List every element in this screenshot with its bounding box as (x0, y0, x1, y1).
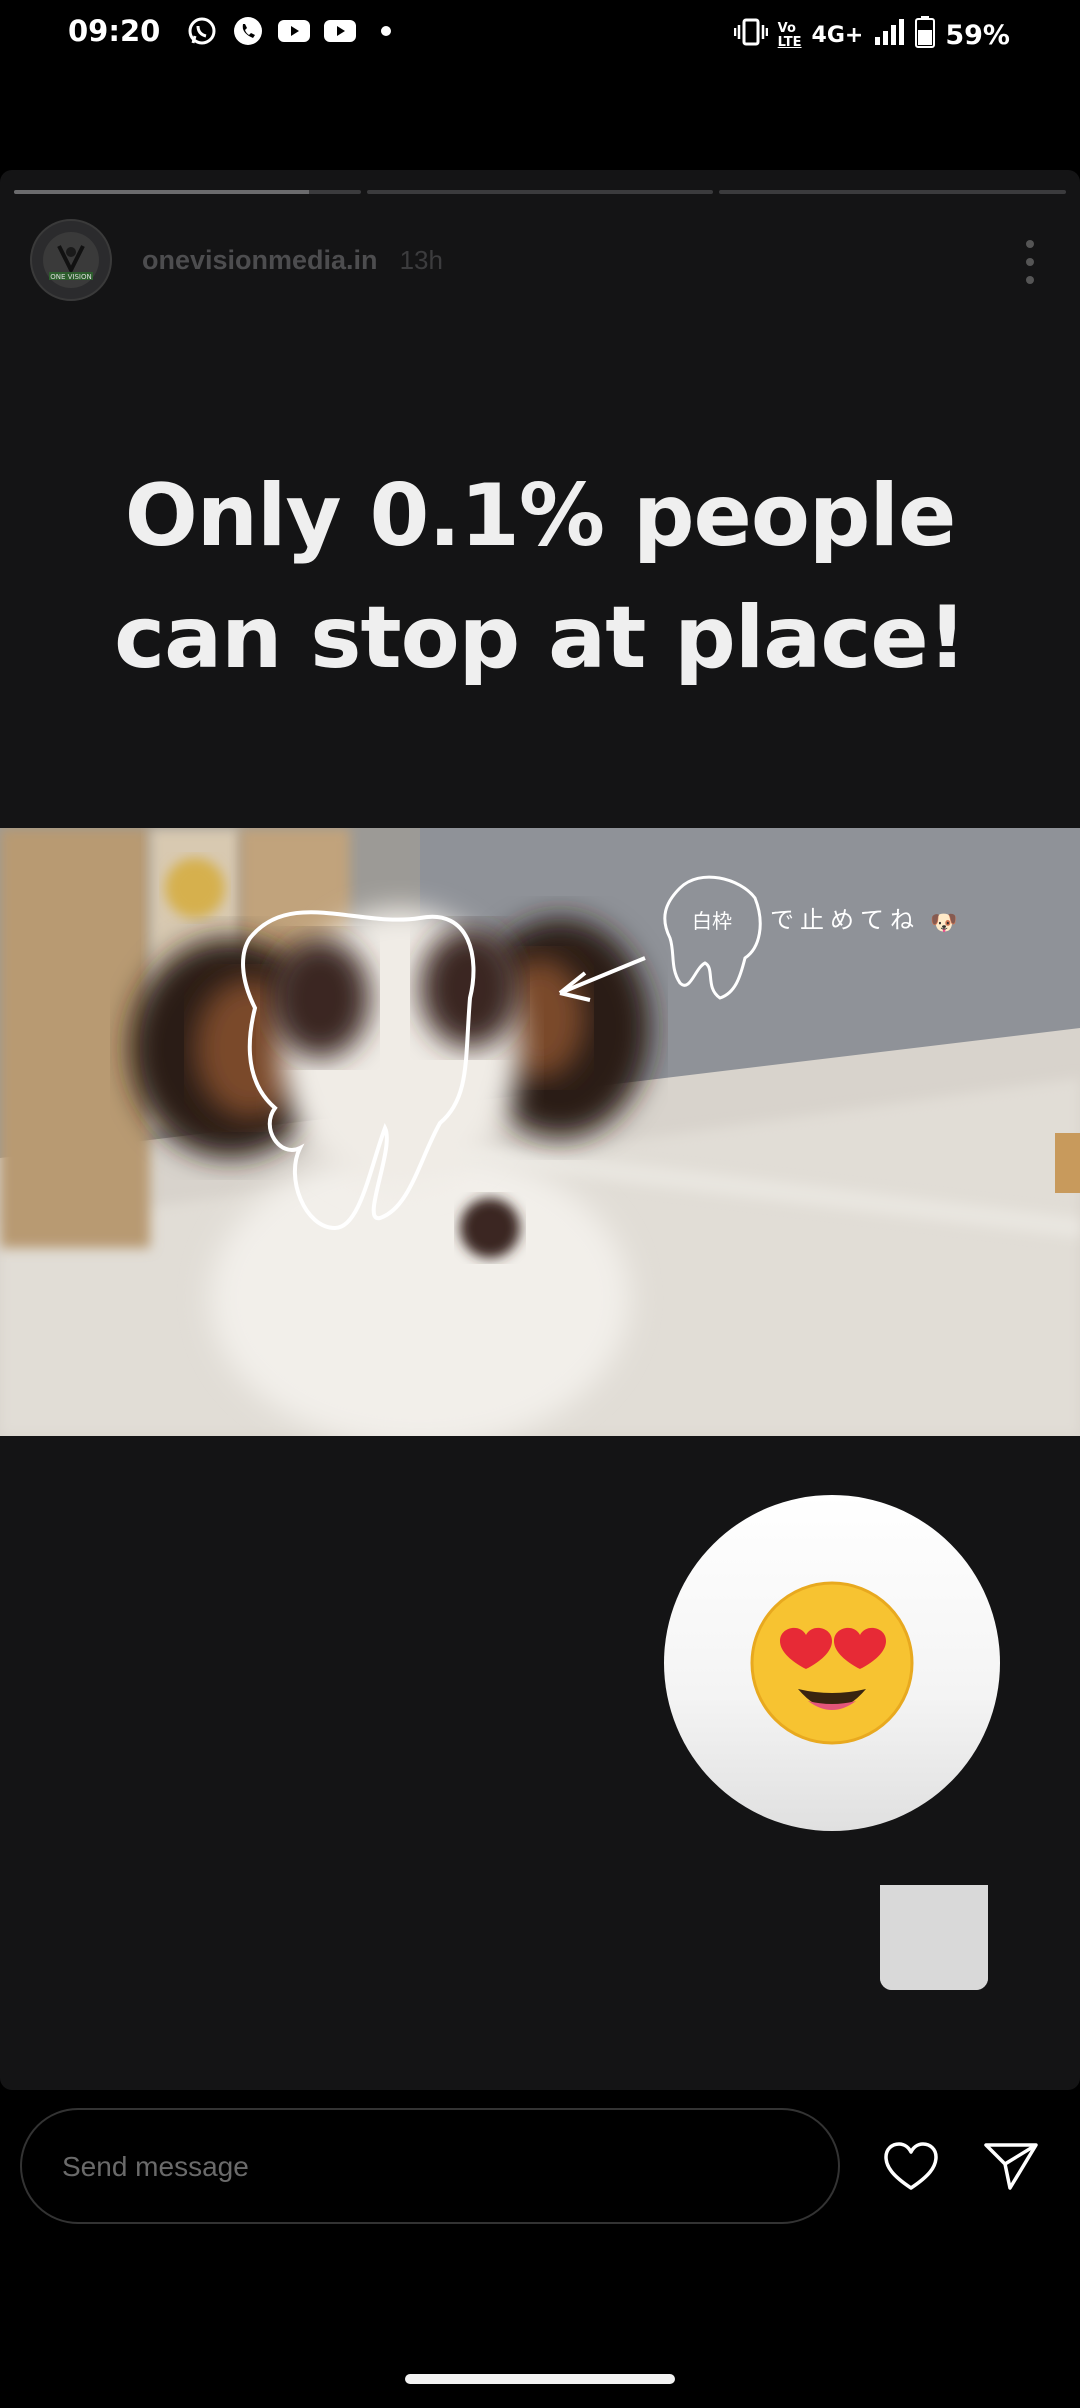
youtube-icon (278, 15, 311, 47)
send-icon (984, 2143, 1038, 2190)
one-vision-logo-icon: ONE VISION (43, 232, 99, 288)
heart-icon (884, 2142, 938, 2190)
send-message-input[interactable] (60, 2144, 804, 2190)
story-progress (14, 190, 1067, 194)
author-name[interactable]: onevisionmedia.in (142, 245, 378, 276)
headline-line-2: can stop at place! (114, 588, 967, 688)
dot-icon (370, 15, 402, 47)
youtube-icon (324, 15, 357, 47)
author-avatar[interactable]: ONE VISION (30, 219, 112, 301)
signal-icon (873, 17, 905, 54)
emoji-reaction-bubble[interactable] (664, 1495, 1000, 1831)
phone-icon (232, 15, 264, 47)
battery-icon (915, 16, 936, 55)
status-time: 09:20 (68, 14, 161, 48)
message-composer[interactable] (20, 2108, 840, 2224)
like-button[interactable] (878, 2134, 944, 2200)
story-time-ago: 13h (399, 244, 443, 275)
annotation-box-text: 白枠 (692, 909, 732, 933)
progress-segment (14, 190, 361, 194)
share-button[interactable] (978, 2134, 1044, 2200)
heart-eyes-emoji-icon (750, 1581, 914, 1745)
dog-video-frame: 白枠 で止めてね 🐶 (0, 828, 1080, 1436)
story-header: ONE VISION onevisionmedia.in 13h (30, 219, 1050, 301)
volte-indicator: Vo LTE (777, 20, 802, 50)
more-options-icon[interactable] (1024, 240, 1036, 284)
network-type: 4G+ (811, 23, 864, 48)
annotation-text: で止めてね (770, 906, 920, 934)
whatsapp-icon (186, 15, 218, 47)
vibrate-icon (733, 17, 768, 54)
volte-vo-text: Vo (777, 20, 796, 36)
dog-face-icon: 🐶 (930, 911, 957, 936)
reaction-sticker-shadow (880, 1885, 988, 1990)
story-headline: Only 0.1% people can stop at place! (0, 455, 1080, 699)
svg-text:ONE VISION: ONE VISION (50, 273, 92, 281)
volte-lte-text: LTE (777, 34, 802, 50)
progress-segment (366, 190, 714, 194)
headline-line-1: Only 0.1% people (124, 466, 957, 566)
status-bar: 09:20 Vo LTE 4G+ 59% (0, 0, 1080, 70)
home-indicator[interactable] (405, 2374, 675, 2384)
battery-percent: 59% (945, 20, 1010, 51)
story-video[interactable]: 白枠 で止めてね 🐶 (0, 828, 1080, 1436)
progress-segment (719, 190, 1067, 194)
